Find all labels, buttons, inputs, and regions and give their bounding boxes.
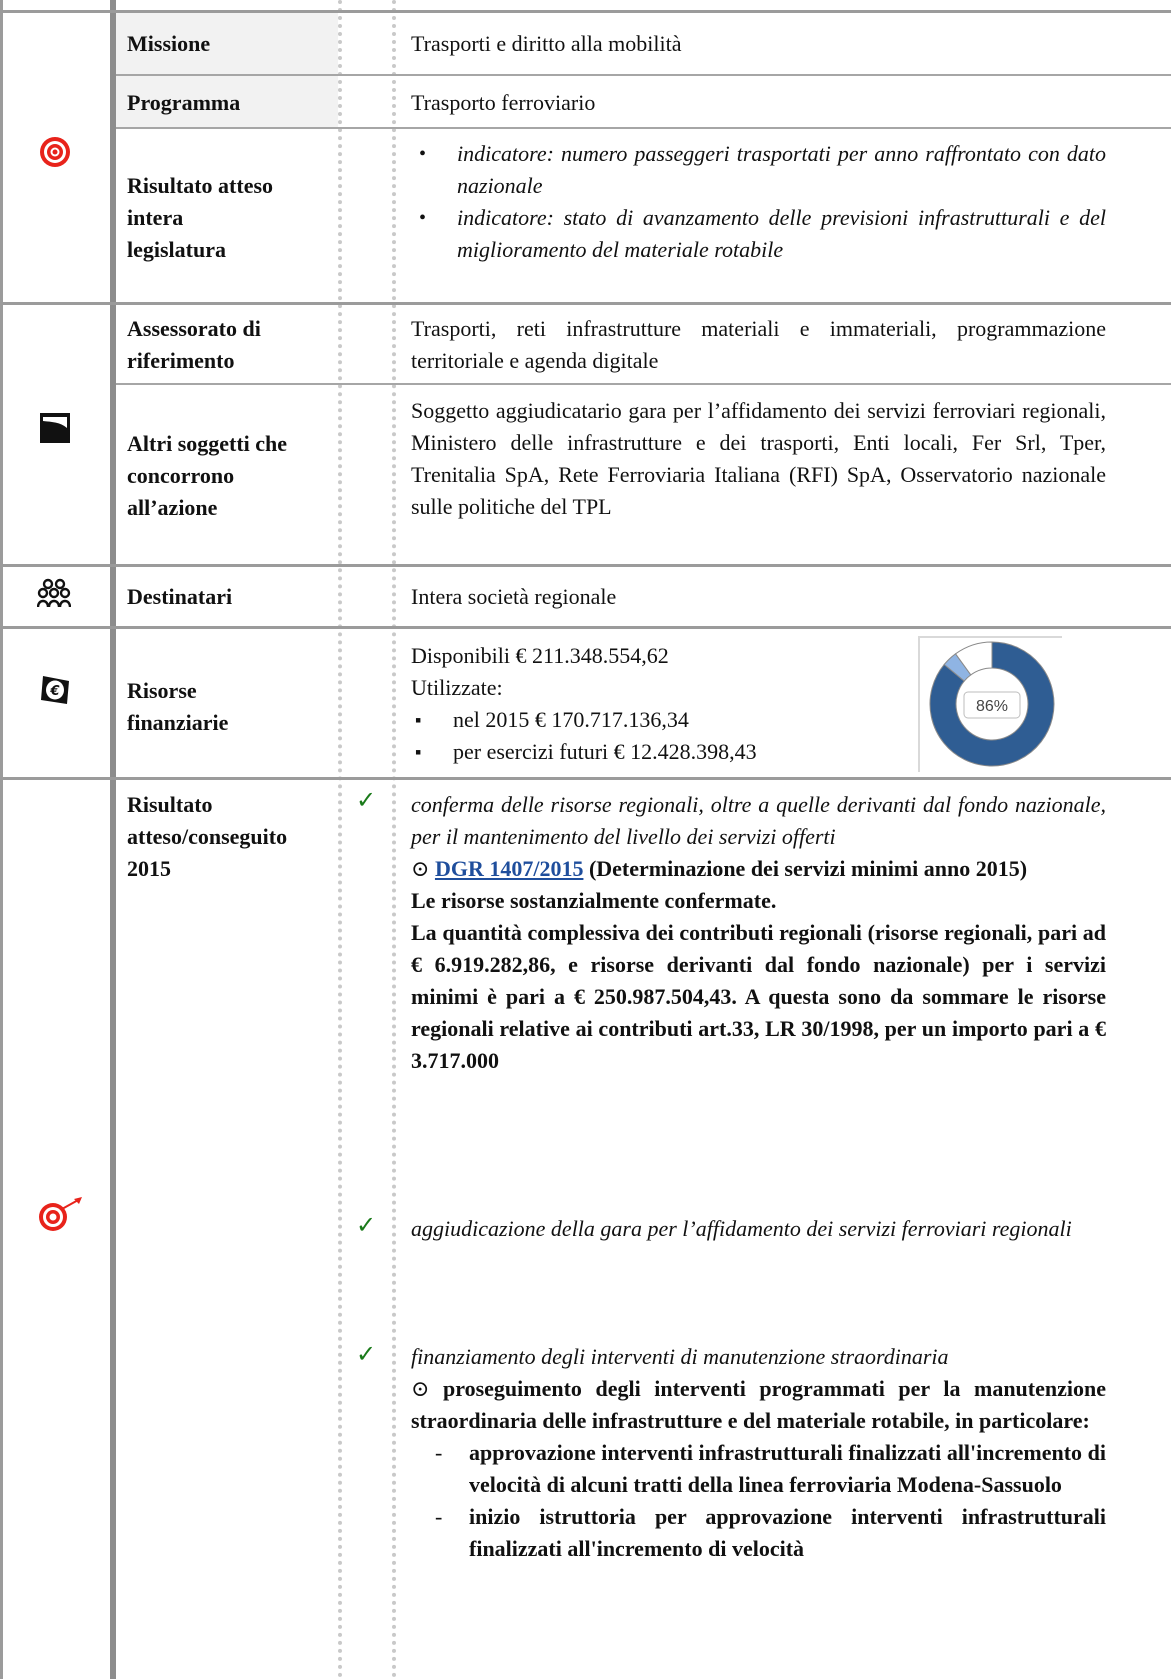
flag-icon — [40, 413, 70, 443]
destinatari-value: Intera società regionale — [411, 584, 617, 609]
group-divider — [0, 302, 1171, 305]
row-divider — [116, 383, 1171, 385]
missione-value: Trasporti e diritto alla mobilità — [411, 31, 682, 56]
list-item: inizio istruttoria per approvazione inte… — [411, 1501, 1106, 1565]
risorse-list: nel 2015 € 170.717.136,34 per esercizi f… — [411, 704, 891, 768]
list-item: indicatore: numero passeggeri trasportat… — [411, 138, 1106, 202]
risorse-value: Disponibili € 211.348.554,62 Utilizzate:… — [411, 640, 891, 768]
target-hit-icon — [39, 1197, 82, 1231]
risultato-2015-item-2: aggiudicazione della gara per l’affidame… — [411, 1216, 1072, 1241]
risorse-utilizzate: Utilizzate: — [411, 675, 503, 700]
group-divider — [0, 777, 1171, 780]
risultato-2015-item-3: finanziamento degli interventi di manute… — [411, 1341, 1106, 1565]
row-divider — [116, 74, 1171, 76]
donut-center-label: 86% — [976, 698, 1008, 715]
group-divider — [0, 626, 1171, 629]
donut-svg: 86% — [929, 641, 1055, 767]
svg-text:€: € — [49, 684, 59, 699]
row-divider — [116, 127, 1171, 129]
label-column-divider — [338, 0, 342, 1679]
risultato-legislatura-label: Risultato atteso intera legislatura — [127, 173, 274, 262]
altri-soggetti-value: Soggetto aggiudicatario gara per l’affid… — [411, 398, 1106, 519]
programme-sheet: € Missione Trasporti e diritto alla mobi… — [0, 0, 1171, 1679]
risorse-disponibili: Disponibili € 211.348.554,62 — [411, 643, 669, 668]
missione-label: Missione — [127, 31, 211, 56]
list-item: per esercizi futuri € 12.428.398,43 — [411, 736, 891, 768]
list-item: nel 2015 € 170.717.136,34 — [411, 704, 891, 736]
target-icon — [40, 137, 70, 167]
check-icon: ✓ — [356, 788, 377, 814]
programma-label: Programma — [127, 90, 241, 115]
table-left-border — [0, 0, 3, 1679]
people-group-icon — [37, 577, 71, 611]
risultato-2015-label: Risultato atteso/conseguito 2015 — [127, 792, 288, 881]
risultato-legislatura-list: indicatore: numero passeggeri trasportat… — [411, 138, 1106, 266]
donut-chart: 86% — [918, 636, 1062, 772]
altri-soggetti-label: Altri soggetti che concorrono all’azione — [127, 431, 288, 520]
bullet-circle-icon: ⊙ — [411, 1376, 443, 1401]
icon-column-border — [110, 0, 116, 1679]
check-column-divider — [392, 0, 396, 1679]
list-item: approvazione interventi infrastrutturali… — [411, 1437, 1106, 1501]
risorse-label: Risorse finanziarie — [127, 678, 229, 735]
destinatari-label: Destinatari — [127, 584, 233, 609]
euro-icon: € — [41, 676, 69, 704]
bullet-circle-icon: ⊙ — [411, 856, 435, 881]
assessorato-value: Trasporti, reti infrastrutture materiali… — [411, 316, 1106, 373]
group-divider — [0, 564, 1171, 567]
assessorato-label: Assessorato di riferimento — [127, 316, 261, 373]
top-border — [0, 10, 1171, 13]
dgr-link[interactable]: DGR 1407/2015 — [435, 856, 584, 881]
check-icon: ✓ — [356, 1213, 377, 1239]
risultato-2015-item-1: conferma delle risorse regionali, oltre … — [411, 792, 1106, 1073]
list-item: indicatore: stato di avanzamento delle p… — [411, 202, 1106, 266]
programma-value: Trasporto ferroviario — [411, 90, 596, 115]
check-icon: ✓ — [356, 1342, 377, 1368]
